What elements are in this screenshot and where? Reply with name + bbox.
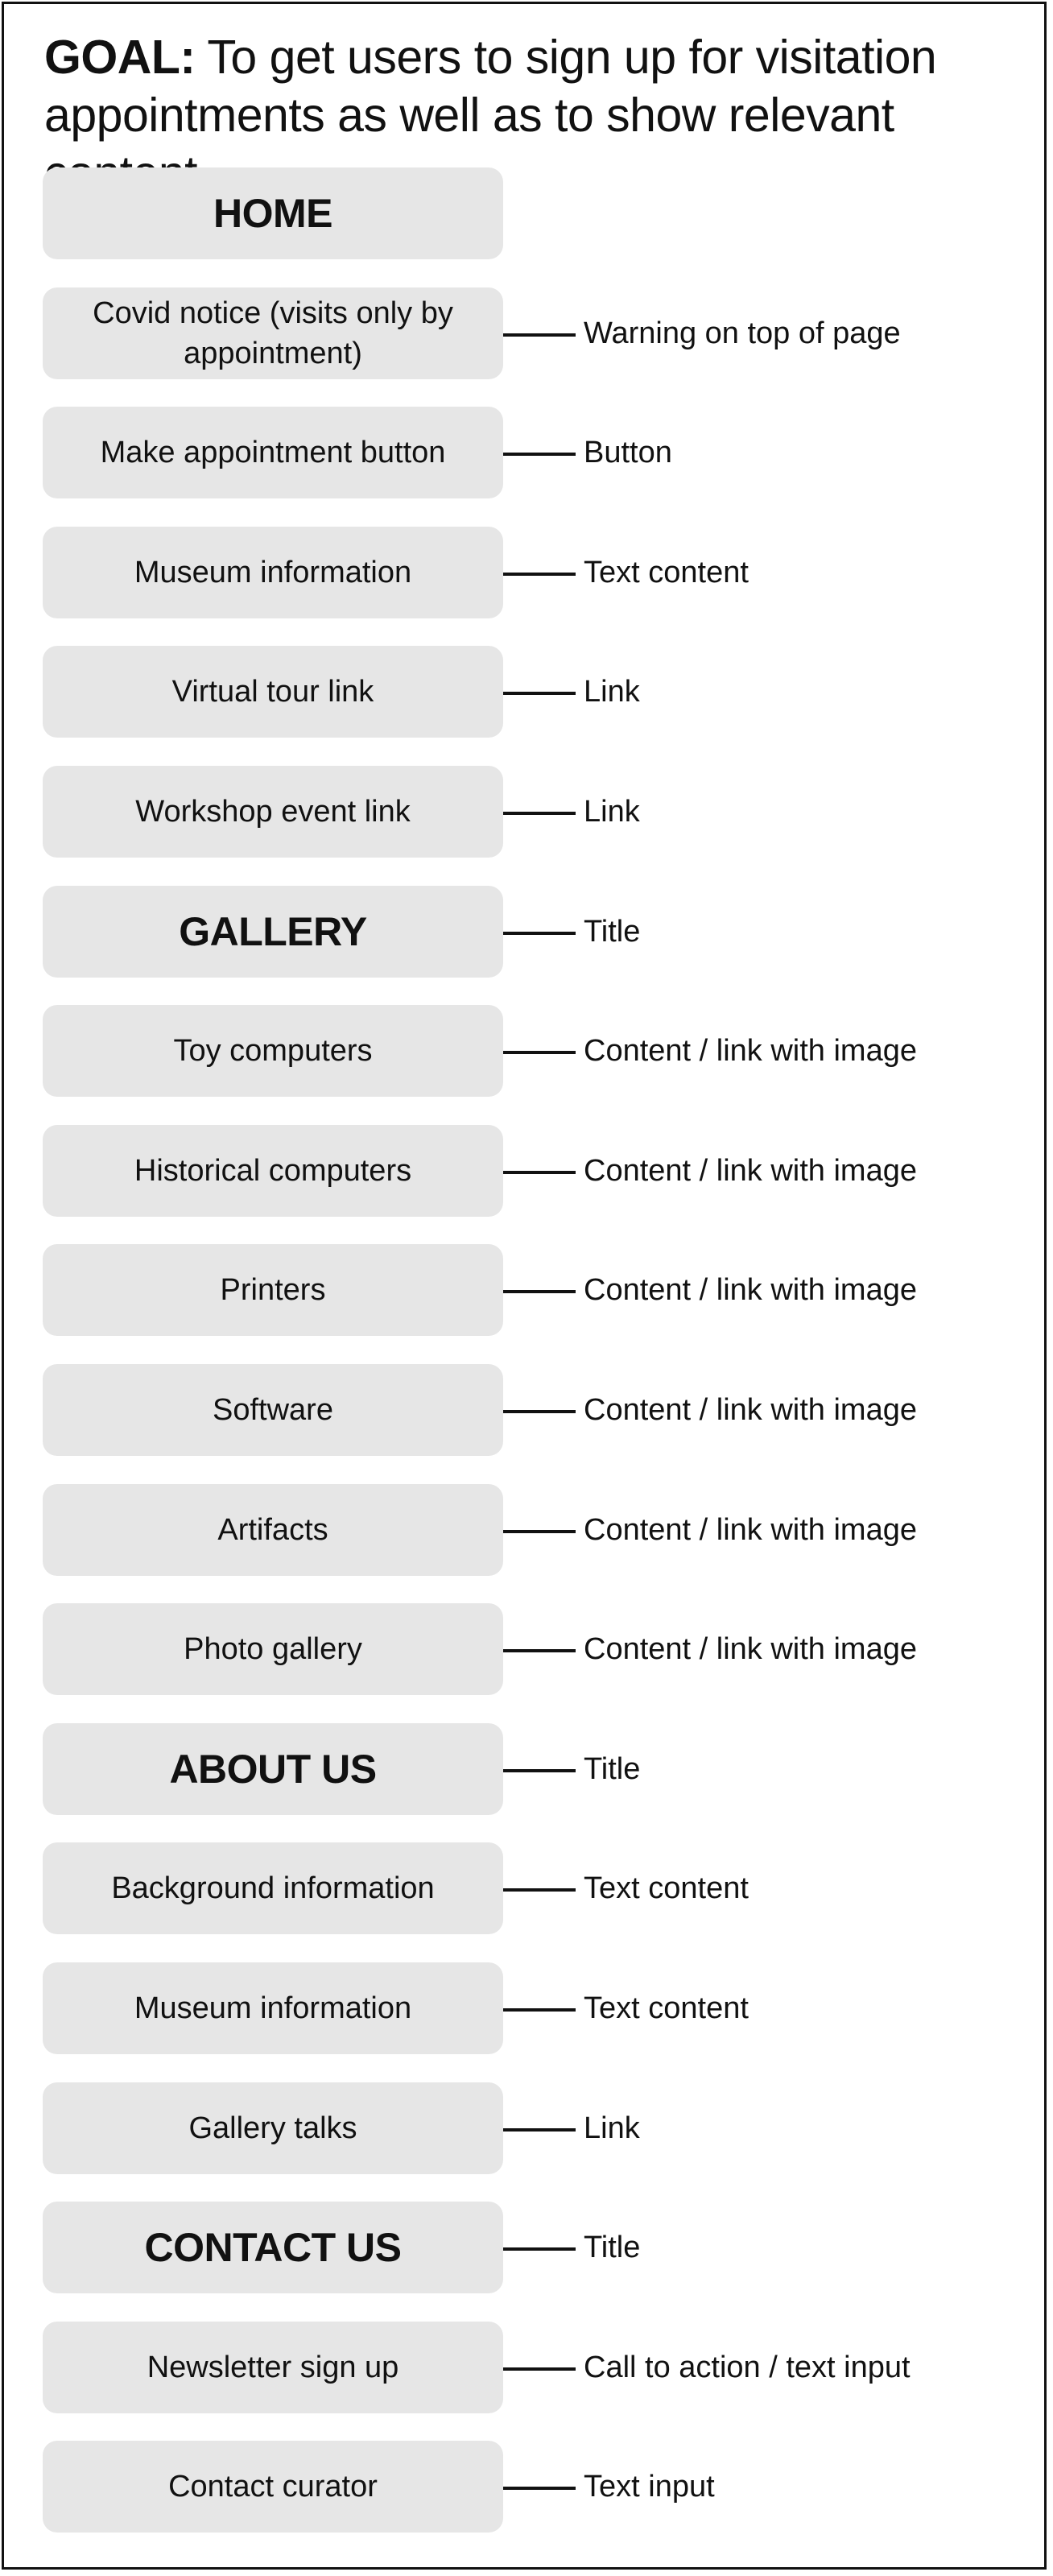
sitemap-row: Contact curator Text input — [4, 2441, 1049, 2533]
section-title-box: GALLERY — [43, 886, 503, 978]
element-type-note: Link — [584, 2111, 640, 2145]
sitemap-row: HOME — [4, 167, 1049, 259]
element-type-note: Text content — [584, 1991, 749, 2025]
element-type-note: Button — [584, 436, 672, 469]
page-element-box: Museum information — [43, 527, 503, 618]
sitemap-row: Museum information Text content — [4, 1962, 1049, 2054]
element-type-note: Content / link with image — [584, 1513, 917, 1547]
page-element-box: Printers — [43, 1244, 503, 1336]
page-element-box: Photo gallery — [43, 1603, 503, 1695]
connector-line — [503, 333, 576, 337]
sitemap-row: GALLERY Title — [4, 886, 1049, 978]
page-element-box: Artifacts — [43, 1484, 503, 1576]
sitemap-row: Gallery talks Link — [4, 2082, 1049, 2174]
connector-line — [503, 1769, 576, 1772]
connector-line — [503, 1888, 576, 1892]
connector-line — [503, 1530, 576, 1533]
page-element-box: Historical computers — [43, 1125, 503, 1217]
sitemap-row: ABOUT US Title — [4, 1723, 1049, 1815]
connector-line — [503, 2008, 576, 2012]
connector-line — [503, 1051, 576, 1054]
sitemap-row: Make appointment button Button — [4, 407, 1049, 498]
page-element-box: Make appointment button — [43, 407, 503, 498]
element-type-note: Content / link with image — [584, 1034, 917, 1068]
sitemap-row: Historical computers Content / link with … — [4, 1125, 1049, 1217]
connector-line — [503, 932, 576, 935]
page-element-box: Workshop event link — [43, 766, 503, 858]
connector-line — [503, 1171, 576, 1174]
element-type-note: Content / link with image — [584, 1393, 917, 1427]
sitemap-row: Background information Text content — [4, 1842, 1049, 1934]
page-element-box: Museum information — [43, 1962, 503, 2054]
sitemap-row: CONTACT US Title — [4, 2202, 1049, 2293]
connector-line — [503, 1290, 576, 1293]
sitemap-row: Toy computers Content / link with image — [4, 1005, 1049, 1097]
page-element-box: Background information — [43, 1842, 503, 1934]
connector-line — [503, 2128, 576, 2132]
element-type-note: Call to action / text input — [584, 2351, 911, 2384]
connector-line — [503, 2247, 576, 2251]
page-element-box: Gallery talks — [43, 2082, 503, 2174]
element-type-note: Text input — [584, 2470, 715, 2504]
element-type-note: Link — [584, 795, 640, 829]
page-element-box: Toy computers — [43, 1005, 503, 1097]
connector-line — [503, 2487, 576, 2490]
element-type-note: Link — [584, 675, 640, 709]
page-element-box: Contact curator — [43, 2441, 503, 2533]
section-title-box: ABOUT US — [43, 1723, 503, 1815]
element-type-note: Content / link with image — [584, 1154, 917, 1188]
sitemap-row: Artifacts Content / link with image — [4, 1484, 1049, 1576]
element-type-note: Text content — [584, 1871, 749, 1905]
connector-line — [503, 1410, 576, 1413]
section-title-box: HOME — [43, 167, 503, 259]
goal-label: GOAL: — [44, 31, 196, 84]
diagram-frame: GOAL: To get users to sign up for visita… — [2, 2, 1047, 2570]
page-element-box: Software — [43, 1364, 503, 1456]
page-element-box: Virtual tour link — [43, 646, 503, 738]
connector-line — [503, 453, 576, 456]
element-type-note: Content / link with image — [584, 1273, 917, 1307]
element-type-note: Warning on top of page — [584, 316, 901, 350]
connector-line — [503, 692, 576, 695]
connector-line — [503, 812, 576, 815]
element-type-note: Title — [584, 2231, 641, 2264]
sitemap-row: Museum information Text content — [4, 527, 1049, 618]
sitemap-row: Newsletter sign up Call to action / text … — [4, 2322, 1049, 2413]
sitemap-row: Workshop event link Link — [4, 766, 1049, 858]
section-title-box: CONTACT US — [43, 2202, 503, 2293]
element-type-note: Text content — [584, 556, 749, 589]
connector-line — [503, 2367, 576, 2371]
element-type-note: Content / link with image — [584, 1632, 917, 1666]
sitemap-row: Printers Content / link with image — [4, 1244, 1049, 1336]
page-element-box: Covid notice (visits only by appointment… — [43, 287, 503, 379]
sitemap-row: Covid notice (visits only by appointment… — [4, 287, 1049, 379]
connector-line — [503, 1649, 576, 1652]
sitemap-row: Photo gallery Content / link with image — [4, 1603, 1049, 1695]
element-type-note: Title — [584, 1752, 641, 1786]
connector-line — [503, 573, 576, 576]
page-element-box: Newsletter sign up — [43, 2322, 503, 2413]
sitemap-row: Virtual tour link Link — [4, 646, 1049, 738]
sitemap-row: Software Content / link with image — [4, 1364, 1049, 1456]
element-type-note: Title — [584, 915, 641, 949]
